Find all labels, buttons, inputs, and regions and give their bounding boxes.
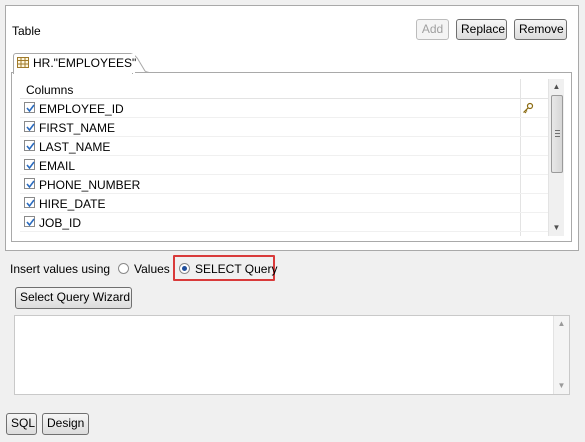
checkbox[interactable] <box>24 178 35 189</box>
checkbox[interactable] <box>24 197 35 208</box>
values-radio[interactable] <box>118 263 129 274</box>
table-label: Table <box>12 24 41 38</box>
table-icon <box>17 57 29 68</box>
query-textarea[interactable] <box>14 315 570 395</box>
select-query-wizard-button[interactable]: Select Query Wizard <box>15 287 132 309</box>
query-scrollbar[interactable]: ▲ ▼ <box>553 316 569 394</box>
checkbox[interactable] <box>24 140 35 151</box>
select-query-radio[interactable] <box>179 263 190 274</box>
key-icon <box>523 102 534 114</box>
columns-header: Columns <box>20 79 548 99</box>
remove-button[interactable]: Remove <box>514 19 567 40</box>
column-row[interactable]: JOB_ID <box>20 213 548 232</box>
select-query-radio-label[interactable]: SELECT Query <box>195 262 277 276</box>
checkbox[interactable] <box>24 159 35 170</box>
scroll-up-icon[interactable]: ▲ <box>549 79 564 95</box>
insert-values-label: Insert values using <box>10 262 111 276</box>
design-tab-button[interactable]: Design <box>42 413 89 435</box>
columns-header-label: Columns <box>26 83 74 97</box>
column-name: PHONE_NUMBER <box>39 178 141 192</box>
scroll-thumb[interactable] <box>551 95 563 173</box>
column-name: JOB_ID <box>39 216 82 230</box>
columns-scrollbar[interactable]: ▲ ▼ <box>548 79 564 236</box>
scroll-down-icon[interactable]: ▼ <box>549 220 564 236</box>
column-name: HIRE_DATE <box>39 197 106 211</box>
sql-tab-button[interactable]: SQL <box>6 413 37 435</box>
add-button[interactable]: Add <box>416 19 449 40</box>
checkbox[interactable] <box>24 216 35 227</box>
columns-table: Columns EMPLOYEE_ID FIRST_NAME LAST_NAME… <box>20 79 548 236</box>
column-row[interactable]: EMAIL <box>20 156 548 175</box>
scroll-down-icon[interactable]: ▼ <box>554 378 569 394</box>
column-row[interactable]: HIRE_DATE <box>20 194 548 213</box>
column-row[interactable]: PHONE_NUMBER <box>20 175 548 194</box>
column-name: EMAIL <box>39 159 76 173</box>
column-row[interactable]: LAST_NAME <box>20 137 548 156</box>
scroll-up-icon[interactable]: ▲ <box>554 316 569 332</box>
column-row[interactable]: EMPLOYEE_ID <box>20 99 548 118</box>
column-row[interactable]: FIRST_NAME <box>20 118 548 137</box>
column-name: LAST_NAME <box>39 140 111 154</box>
checkbox[interactable] <box>24 121 35 132</box>
column-name: EMPLOYEE_ID <box>39 102 124 116</box>
column-name: FIRST_NAME <box>39 121 116 135</box>
tab-label: HR."EMPLOYEES" <box>33 56 137 70</box>
checkbox[interactable] <box>24 102 35 113</box>
values-radio-label[interactable]: Values <box>134 262 170 276</box>
replace-button[interactable]: Replace <box>456 19 507 40</box>
